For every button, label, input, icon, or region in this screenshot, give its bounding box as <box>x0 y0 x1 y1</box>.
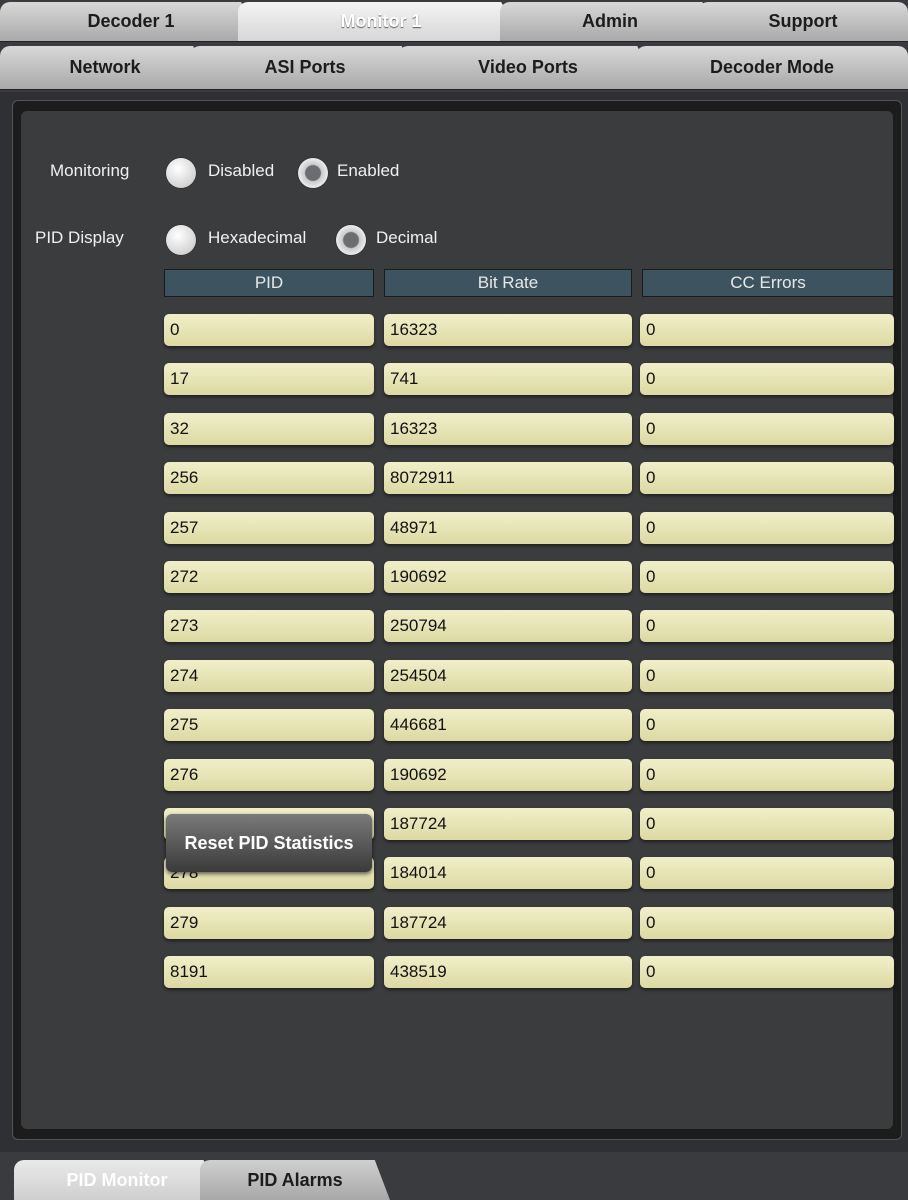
cc-errors-cell: 0 <box>640 363 894 395</box>
reset-pid-statistics-button[interactable]: Reset PID Statistics <box>166 814 372 872</box>
bit-rate-cell: 190692 <box>384 561 632 593</box>
tab-network-label: Network <box>69 57 141 77</box>
cc-errors-cell: 0 <box>640 759 894 791</box>
cc-errors-cell: 0 <box>640 808 894 840</box>
pid-cell: 276 <box>164 759 374 791</box>
tab-support[interactable]: Support <box>698 2 908 42</box>
bit-rate-cell: 184014 <box>384 857 632 889</box>
cc-errors-cell: 0 <box>640 709 894 741</box>
cc-errors-cell: 0 <box>640 314 894 346</box>
tab-pid-monitor[interactable]: PID Monitor <box>14 1160 220 1200</box>
tab-decoder-mode-label: Decoder Mode <box>709 57 835 77</box>
pid-cell: 256 <box>164 462 374 494</box>
cc-errors-cell: 0 <box>640 462 894 494</box>
bit-rate-cell: 254504 <box>384 660 632 692</box>
monitoring-disabled-radio[interactable] <box>166 158 196 188</box>
top-tab-bar: Decoder 1 Monitor 1 Admin Support <box>0 0 908 44</box>
tab-monitor-1-label: Monitor 1 <box>340 11 422 31</box>
sub-tab-bar: Network ASI Ports Video Ports Decoder Mo… <box>0 44 908 92</box>
tab-pid-monitor-label: PID Monitor <box>66 1169 168 1190</box>
tab-support-label: Support <box>768 11 838 31</box>
cc-errors-cell: 0 <box>640 512 894 544</box>
tab-decoder-1[interactable]: Decoder 1 <box>0 2 262 42</box>
monitoring-enabled-radio[interactable] <box>298 158 328 188</box>
tab-asi-ports[interactable]: ASI Ports <box>190 46 420 90</box>
monitoring-enabled-label[interactable]: Enabled <box>337 161 399 181</box>
cc-errors-cell: 0 <box>640 857 894 889</box>
bit-rate-cell: 190692 <box>384 759 632 791</box>
pid-cell: 273 <box>164 610 374 642</box>
monitoring-disabled-label[interactable]: Disabled <box>208 161 274 181</box>
pid-display-decimal-radio[interactable] <box>336 225 366 255</box>
cc-errors-cell: 0 <box>640 660 894 692</box>
tab-decoder-1-label: Decoder 1 <box>87 11 175 31</box>
bit-rate-cell: 741 <box>384 363 632 395</box>
tab-admin[interactable]: Admin <box>500 2 720 42</box>
bottom-tab-bar: PID Monitor PID Alarms <box>0 1152 908 1200</box>
pid-cell: 0 <box>164 314 374 346</box>
bit-rate-cell: 446681 <box>384 709 632 741</box>
pid-cell: 275 <box>164 709 374 741</box>
cc-errors-cell: 0 <box>640 956 894 988</box>
pid-cell: 8191 <box>164 956 374 988</box>
tab-pid-alarms[interactable]: PID Alarms <box>200 1160 390 1200</box>
tab-admin-label: Admin <box>582 11 638 31</box>
tab-pid-alarms-label: PID Alarms <box>247 1169 343 1190</box>
bit-rate-cell: 187724 <box>384 907 632 939</box>
tab-video-ports-label: Video Ports <box>478 57 578 77</box>
column-header-cc-errors: CC Errors <box>642 269 894 297</box>
tab-monitor-1[interactable]: Monitor 1 <box>238 2 524 42</box>
bit-rate-cell: 438519 <box>384 956 632 988</box>
tab-network[interactable]: Network <box>0 46 210 90</box>
bit-rate-cell: 16323 <box>384 314 632 346</box>
tab-asi-ports-label: ASI Ports <box>264 57 346 77</box>
bit-rate-cell: 187724 <box>384 808 632 840</box>
pid-cell: 257 <box>164 512 374 544</box>
column-header-bit-rate: Bit Rate <box>384 269 632 297</box>
pid-cell: 17 <box>164 363 374 395</box>
tab-video-ports[interactable]: Video Ports <box>398 46 658 90</box>
pid-cell: 272 <box>164 561 374 593</box>
cc-errors-cell: 0 <box>640 561 894 593</box>
tab-decoder-mode[interactable]: Decoder Mode <box>636 46 908 90</box>
pid-cell: 274 <box>164 660 374 692</box>
monitoring-label: Monitoring <box>50 161 130 180</box>
pid-cell: 32 <box>164 413 374 445</box>
pid-cell: 279 <box>164 907 374 939</box>
bit-rate-cell: 8072911 <box>384 462 632 494</box>
bit-rate-cell: 48971 <box>384 512 632 544</box>
column-header-pid: PID <box>164 269 374 297</box>
bit-rate-cell: 250794 <box>384 610 632 642</box>
pid-display-label: PID Display <box>35 228 124 247</box>
pid-display-hex-radio[interactable] <box>166 225 196 255</box>
cc-errors-cell: 0 <box>640 413 894 445</box>
pid-display-decimal-label[interactable]: Decimal <box>376 228 437 248</box>
cc-errors-cell: 0 <box>640 610 894 642</box>
bit-rate-cell: 16323 <box>384 413 632 445</box>
pid-display-hex-label[interactable]: Hexadecimal <box>208 228 306 248</box>
cc-errors-cell: 0 <box>640 907 894 939</box>
